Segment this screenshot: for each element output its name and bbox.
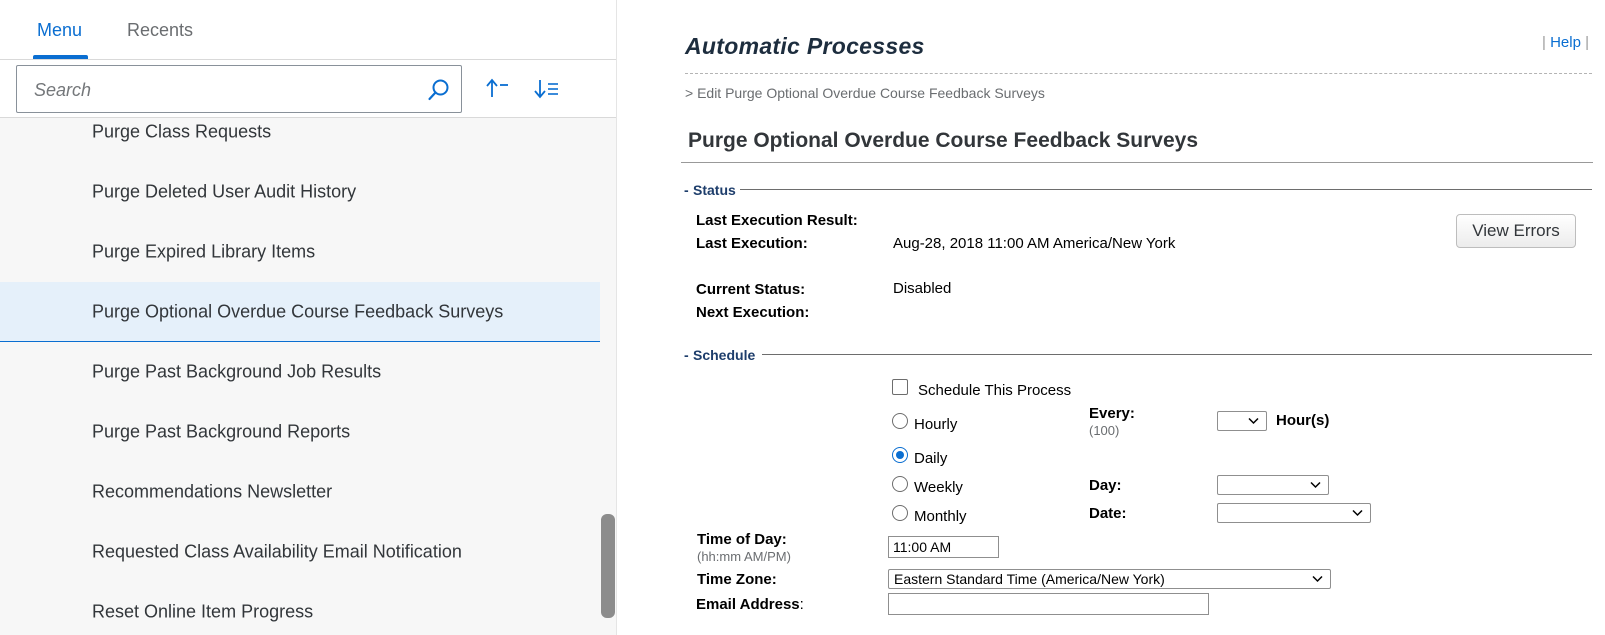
monthly-label: Monthly (914, 508, 967, 525)
tab-recents[interactable]: Recents (127, 20, 193, 41)
email-label-text: Email Address (696, 596, 800, 613)
search-icon[interactable] (427, 78, 451, 102)
list-item[interactable]: Purge Class Requests (0, 102, 600, 162)
time-of-day-label: Time of Day: (697, 531, 787, 548)
time-zone-label: Time Zone: (697, 571, 777, 588)
list-item-label: Purge Expired Library Items (92, 241, 316, 262)
every-hint: (100) (1089, 423, 1120, 438)
daily-label: Daily (914, 450, 948, 467)
list-item-label: Purge Past Background Reports (92, 421, 351, 442)
tab-bar: Menu Recents (0, 0, 616, 60)
list-item[interactable]: Purge Expired Library Items (0, 222, 600, 282)
divider (681, 162, 1593, 163)
list-item[interactable]: Reset Online Item Progress (0, 582, 600, 635)
email-label: Email Address: (696, 596, 804, 613)
help-separator: | (1542, 34, 1546, 51)
list-item[interactable]: Purge Past Background Job Results (0, 342, 600, 402)
last-execution-value: Aug-28, 2018 11:00 AM America/New York (893, 235, 1176, 252)
process-heading: Purge Optional Overdue Course Feedback S… (688, 129, 1198, 152)
time-of-day-hint: (hh:mm AM/PM) (697, 549, 791, 564)
scrollbar-thumb[interactable] (601, 514, 615, 618)
side-navigation-panel: Menu Recents Search Purge Class Requests… (0, 0, 617, 635)
hourly-label: Hourly (914, 416, 958, 433)
daily-radio[interactable] (892, 447, 908, 463)
weekly-label: Weekly (914, 479, 963, 496)
chevron-down-icon (1248, 417, 1259, 425)
list-item-label: Requested Class Availability Email Notif… (92, 541, 462, 562)
help-link[interactable]: Help (1550, 34, 1581, 51)
sort-descending-icon[interactable] (533, 76, 561, 102)
hourly-radio[interactable] (892, 413, 908, 429)
divider (762, 354, 1592, 355)
date-label: Date: (1089, 505, 1127, 522)
next-execution-label: Next Execution: (696, 304, 810, 321)
chevron-down-icon (1352, 509, 1363, 517)
list-item-label: Purge Class Requests (92, 121, 272, 142)
search-input[interactable] (34, 78, 414, 102)
divider (740, 189, 1592, 190)
day-select[interactable] (1217, 475, 1329, 495)
sort-ascending-icon[interactable] (484, 76, 512, 102)
last-execution-result-label: Last Execution Result: (696, 212, 858, 229)
email-address-input[interactable] (888, 593, 1209, 615)
schedule-process-checkbox[interactable] (892, 379, 908, 395)
help-links: | Help | (1542, 34, 1589, 51)
list-item-label: Purge Optional Overdue Course Feedback S… (92, 301, 504, 321)
list-item-label: Purge Past Background Job Results (92, 361, 382, 382)
schedule-process-label: Schedule This Process (918, 382, 1072, 399)
status-legend: Status (693, 182, 736, 198)
every-label: Every: (1089, 405, 1135, 422)
time-zone-select[interactable]: Eastern Standard Time (America/New York) (888, 569, 1331, 589)
every-hours-select[interactable] (1217, 411, 1267, 431)
list-item-label: Recommendations Newsletter (92, 481, 333, 502)
time-zone-value: Eastern Standard Time (America/New York) (894, 571, 1165, 587)
active-tab-indicator (33, 55, 88, 59)
date-select[interactable] (1217, 503, 1371, 523)
list-item[interactable]: Requested Class Availability Email Notif… (0, 522, 600, 582)
day-label: Day: (1089, 477, 1122, 494)
chevron-down-icon (1310, 481, 1321, 489)
current-status-label: Current Status: (696, 281, 806, 298)
current-status-value: Disabled (893, 280, 952, 297)
email-label-colon: : (799, 596, 804, 613)
legend-prefix: - (684, 347, 689, 363)
tab-menu[interactable]: Menu (37, 20, 82, 41)
list-item-selected[interactable]: Purge Optional Overdue Course Feedback S… (0, 282, 600, 342)
monthly-radio[interactable] (892, 505, 908, 521)
list-item-label: Reset Online Item Progress (92, 601, 314, 622)
list-item[interactable]: Recommendations Newsletter (0, 462, 600, 522)
chevron-down-icon (1312, 575, 1323, 583)
list-item[interactable]: Purge Past Background Reports (0, 402, 600, 462)
help-separator: | (1585, 34, 1590, 51)
list-item[interactable]: Purge Deleted User Audit History (0, 162, 600, 222)
page-title: Automatic Processes (685, 33, 925, 59)
breadcrumb: > Edit Purge Optional Overdue Course Fee… (685, 85, 1045, 101)
view-errors-button[interactable]: View Errors (1456, 214, 1576, 248)
divider (685, 73, 1592, 74)
process-detail-panel: Automatic Processes | Help | > Edit Purg… (638, 0, 1605, 635)
legend-prefix: - (684, 182, 689, 198)
schedule-legend: Schedule (693, 347, 756, 363)
time-of-day-input[interactable] (888, 536, 999, 558)
app-root: Menu Recents Search Purge Class Requests… (0, 0, 1605, 635)
list-item-label: Purge Deleted User Audit History (92, 181, 357, 202)
weekly-radio[interactable] (892, 476, 908, 492)
last-execution-label: Last Execution: (696, 235, 808, 252)
hours-label: Hour(s) (1276, 412, 1330, 429)
